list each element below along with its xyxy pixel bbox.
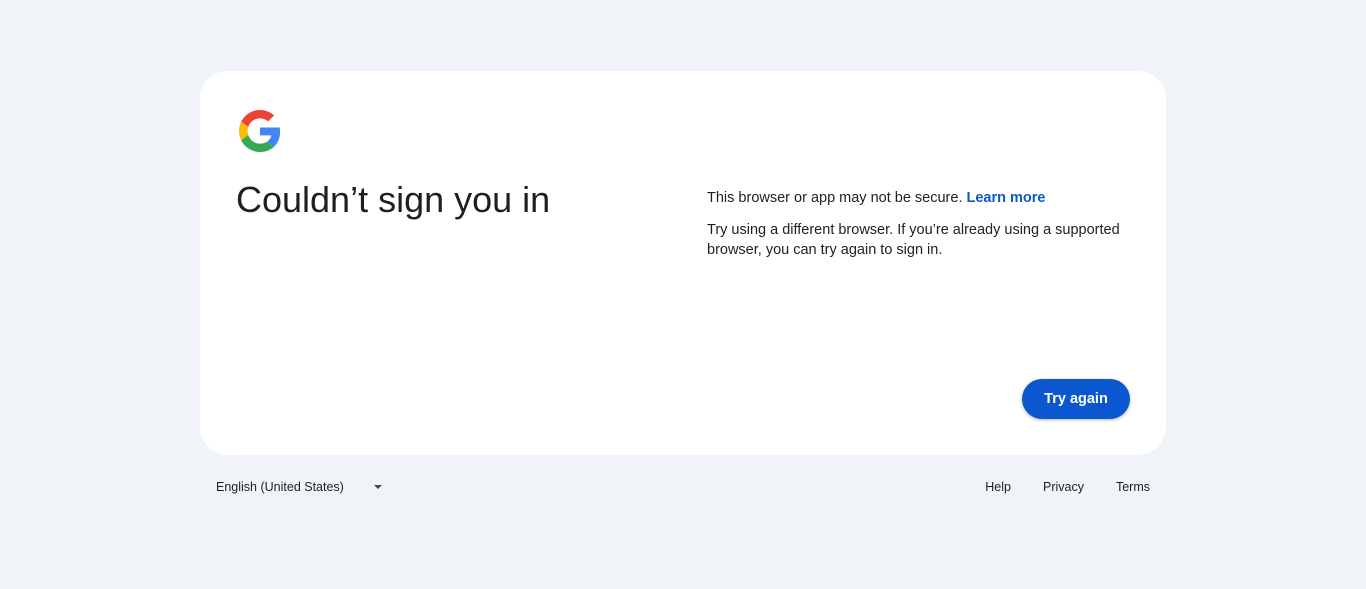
privacy-link[interactable]: Privacy [1027,471,1100,503]
security-text: This browser or app may not be secure. [707,190,963,206]
learn-more-link[interactable]: Learn more [967,190,1046,206]
footer-links: Help Privacy Terms [969,471,1166,503]
google-logo-icon [239,110,281,152]
try-different-browser-message: Try using a different browser. If you’re… [707,222,1120,258]
sign-in-card: Couldn’t sign you in This browser or app… [200,71,1166,455]
message-block: This browser or app may not be secure. L… [707,188,1127,260]
language-label: English (United States) [216,480,344,494]
footer: English (United States) Help Privacy Ter… [200,471,1166,503]
help-link[interactable]: Help [969,471,1027,503]
terms-link[interactable]: Terms [1100,471,1166,503]
security-message: This browser or app may not be secure. L… [707,188,1127,208]
page-title: Couldn’t sign you in [236,179,551,220]
language-select[interactable]: English (United States) [208,471,392,503]
try-again-button[interactable]: Try again [1022,379,1130,419]
chevron-down-icon [374,485,382,489]
